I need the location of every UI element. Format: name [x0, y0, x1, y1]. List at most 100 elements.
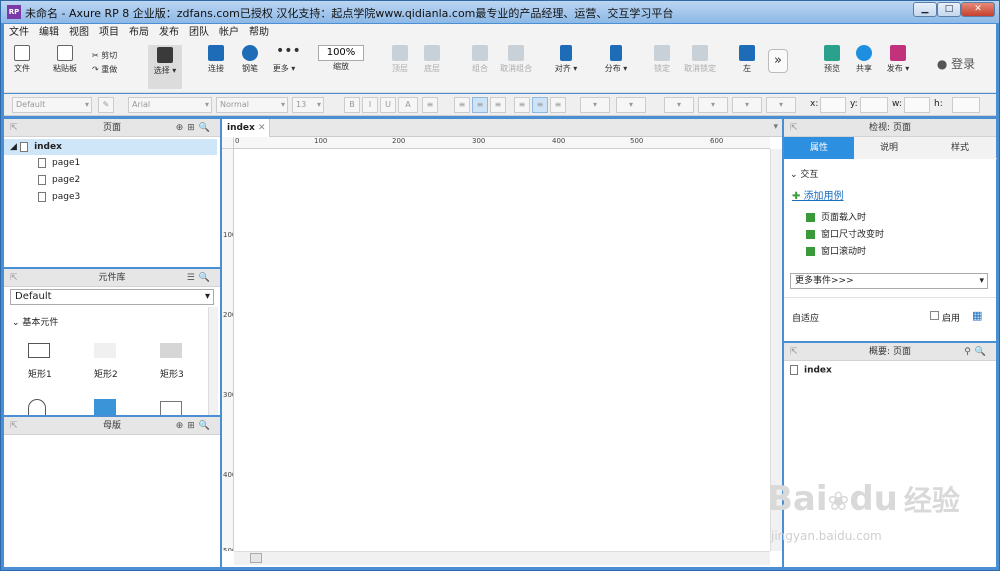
y-input[interactable] [860, 97, 888, 113]
distribute-button[interactable]: 分布 ▾ [602, 45, 630, 74]
event-page-load[interactable]: 页面载入时 [806, 211, 866, 225]
enable-checkbox[interactable] [930, 311, 939, 320]
menu-view[interactable]: 视图 [64, 24, 94, 41]
library-select[interactable]: Default ▾ [10, 289, 214, 305]
style-edit-icon[interactable]: ✎ [98, 97, 114, 113]
share-button[interactable]: 共享 [852, 45, 876, 74]
menu-help[interactable]: 帮助 [244, 24, 274, 41]
library-section[interactable]: ⌄ 基本元件 [12, 315, 58, 328]
expand-toolbar-button[interactable]: » [768, 49, 788, 73]
file-button[interactable]: 文件 [10, 45, 34, 74]
fill-color-button[interactable]: ▾ [580, 97, 610, 113]
tab-index[interactable]: index ✕ [222, 119, 270, 137]
shadow-button[interactable]: ▾ [616, 97, 646, 113]
align-center-button[interactable]: ≡ [472, 97, 488, 113]
login-button[interactable]: ● 登录 [932, 55, 980, 72]
line-width-button[interactable]: ▾ [698, 97, 728, 113]
w-input[interactable] [904, 97, 930, 113]
close-tab-icon[interactable]: ✕ [258, 123, 266, 133]
add-case-link[interactable]: ✚ 添加用例 [792, 187, 844, 202]
ungroup-button[interactable]: 取消组合 [496, 45, 536, 74]
zoom-select[interactable]: 100% [318, 45, 364, 61]
image-widget-icon[interactable] [94, 399, 116, 415]
library-actions[interactable]: ☰🔍 [187, 269, 214, 287]
tabs-menu-icon[interactable]: ▾ [773, 122, 778, 132]
masters-actions[interactable]: ⊕⊞🔍 [176, 417, 214, 435]
style-select[interactable]: Default [12, 97, 92, 113]
menu-edit[interactable]: 编辑 [34, 24, 64, 41]
library-scrollbar[interactable] [208, 307, 218, 415]
valign-middle-button[interactable]: ≡ [532, 97, 548, 113]
pin-icon[interactable]: ⇱ [790, 119, 798, 137]
tab-properties[interactable]: 属性 [784, 137, 854, 159]
maximize-button[interactable]: □ [937, 2, 961, 17]
align-left-button[interactable]: ≡ [454, 97, 470, 113]
menu-team[interactable]: 团队 [184, 24, 214, 41]
rectangle3-widget[interactable] [160, 343, 182, 358]
preview-button[interactable]: 预览 [820, 45, 844, 74]
pages-actions[interactable]: ⊕⊞🔍 [176, 119, 214, 137]
interaction-section[interactable]: ⌄ 交互 [790, 167, 818, 180]
rectangle1-widget[interactable] [28, 343, 50, 358]
align-button[interactable]: 对齐 ▾ [552, 45, 580, 74]
send-to-bottom-button[interactable]: 底层 [420, 45, 444, 74]
italic-button[interactable]: I [362, 97, 378, 113]
adaptive-settings-icon[interactable]: ▦ [972, 309, 982, 322]
redo-button[interactable]: ↷ 重做 [92, 64, 128, 75]
h-input[interactable] [952, 97, 980, 113]
font-weight-select[interactable]: Normal [216, 97, 288, 113]
font-color-button[interactable]: A [398, 97, 418, 113]
menu-layout[interactable]: 布局 [124, 24, 154, 41]
bullet-list-button[interactable]: ≡ [422, 97, 438, 113]
event-window-scroll[interactable]: 窗口滚动时 [806, 245, 866, 259]
more-events-select[interactable]: 更多事件>>> ▾ [790, 273, 988, 289]
menu-file[interactable]: 文件 [4, 24, 34, 41]
pin-icon[interactable]: ⇱ [10, 119, 18, 137]
pin-icon[interactable]: ⇱ [10, 417, 18, 435]
minimize-button[interactable]: ▁ [913, 2, 937, 17]
font-family-select[interactable]: Arial [128, 97, 212, 113]
page-item-page2[interactable]: page2 [4, 172, 217, 188]
align-right-button[interactable]: ≡ [490, 97, 506, 113]
paste-button[interactable]: 粘贴板 [52, 45, 78, 74]
valign-bottom-button[interactable]: ≡ [550, 97, 566, 113]
left-panel-toggle[interactable]: 左 [736, 45, 758, 74]
page-item-index[interactable]: ◢ index [4, 139, 217, 155]
ellipse-widget-icon[interactable] [28, 399, 46, 415]
menu-project[interactable]: 项目 [94, 24, 124, 41]
connect-button[interactable]: 连接 [204, 45, 228, 74]
valign-top-button[interactable]: ≡ [514, 97, 530, 113]
menu-publish[interactable]: 发布 [154, 24, 184, 41]
line-style-button[interactable]: ▾ [732, 97, 762, 113]
lock-button[interactable]: 锁定 [650, 45, 674, 74]
bring-to-top-button[interactable]: 顶层 [388, 45, 412, 74]
close-button[interactable]: ✕ [961, 2, 995, 17]
outline-item-index[interactable]: index [790, 365, 832, 376]
event-window-resize[interactable]: 窗口尺寸改变时 [806, 228, 884, 242]
unlock-button[interactable]: 取消锁定 [680, 45, 720, 74]
rectangle2-widget[interactable] [94, 343, 116, 358]
pin-icon[interactable]: ⇱ [790, 343, 798, 361]
cut-button[interactable]: ✂ 剪切 [92, 50, 128, 61]
font-size-select[interactable]: 13 [292, 97, 324, 113]
design-canvas[interactable] [234, 149, 770, 551]
outline-actions[interactable]: ⚲🔍 [964, 343, 990, 361]
scroll-thumb[interactable] [250, 553, 262, 563]
bold-button[interactable]: B [344, 97, 360, 113]
menu-account[interactable]: 帐户 [214, 24, 244, 41]
pin-icon[interactable]: ⇱ [10, 269, 18, 287]
page-item-page3[interactable]: page3 [4, 189, 217, 205]
page-item-page1[interactable]: page1 [4, 155, 217, 171]
arrow-style-button[interactable]: ▾ [766, 97, 796, 113]
group-button[interactable]: 组合 [468, 45, 492, 74]
tab-style[interactable]: 样式 [924, 137, 996, 159]
x-input[interactable] [820, 97, 846, 113]
more-button[interactable]: ••• 更多 ▾ [270, 44, 301, 74]
placeholder-widget-icon[interactable] [160, 401, 182, 415]
publish-button[interactable]: 发布 ▾ [884, 45, 912, 74]
select-mode-button[interactable]: 选择 ▾ [148, 45, 182, 89]
line-color-button[interactable]: ▾ [664, 97, 694, 113]
canvas-horizontal-scrollbar[interactable] [234, 551, 770, 565]
pen-button[interactable]: 钢笔 [238, 45, 262, 74]
underline-button[interactable]: U [380, 97, 396, 113]
